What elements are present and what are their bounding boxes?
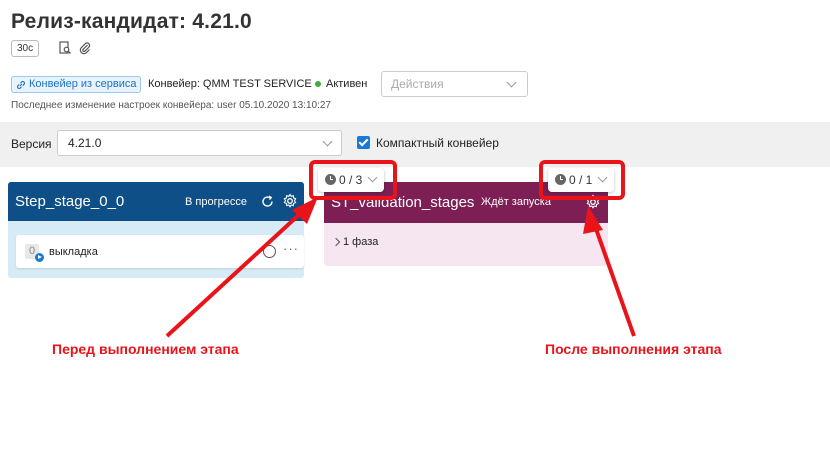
annotation-arrows — [165, 197, 636, 338]
arrow-head-icon — [583, 206, 603, 234]
annotation-before: Перед выполнением этапа — [52, 341, 239, 357]
annotation-after: После выполнения этапа — [545, 341, 722, 357]
